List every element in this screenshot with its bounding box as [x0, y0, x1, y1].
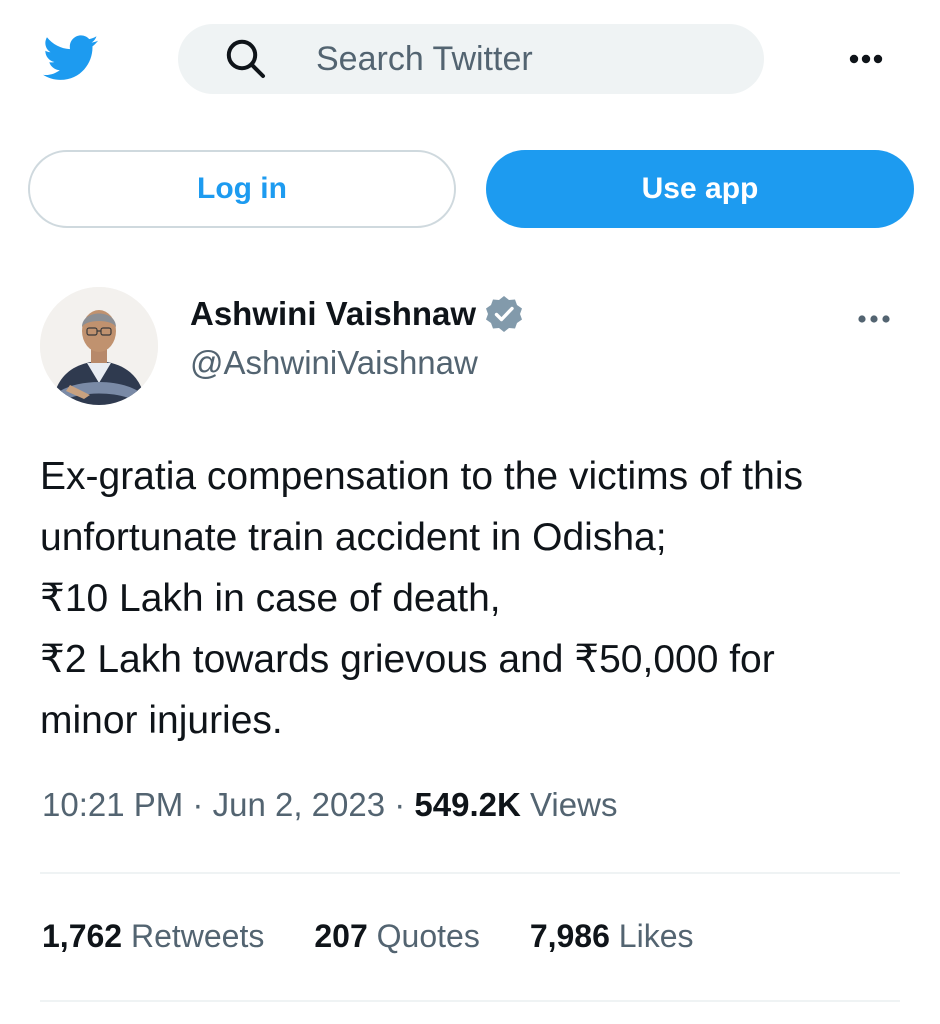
quotes-label: Quotes: [376, 918, 480, 954]
tweet-text-line: Ex-gratia compensation to the victims of…: [40, 455, 803, 498]
likes-label: Likes: [618, 918, 694, 954]
meta-separator: ·: [394, 786, 406, 823]
search-placeholder: Search Twitter: [316, 39, 533, 78]
avatar-photo: [40, 287, 158, 405]
meta-separator: ·: [192, 786, 204, 823]
author-handle[interactable]: @AshwiniVaishnaw: [190, 344, 478, 382]
divider: [40, 872, 900, 874]
tweet-text-line: ₹2 Lakh towards grievous and ₹50,000 for: [40, 638, 775, 681]
tweet-text: Ex-gratia compensation to the victims of…: [40, 446, 910, 751]
tweet-text-line: ₹10 Lakh in case of death,: [40, 577, 501, 620]
use-app-button[interactable]: Use app: [486, 150, 914, 228]
retweets-count: 1,762: [42, 918, 123, 954]
search-bar[interactable]: Search Twitter: [178, 24, 764, 94]
quotes-count: 207: [314, 918, 368, 954]
twitter-logo-icon[interactable]: [40, 30, 102, 86]
author-name-row[interactable]: Ashwini Vaishnaw: [190, 294, 524, 334]
likes-stat[interactable]: 7,986 Likes: [530, 918, 694, 955]
more-options-icon[interactable]: [838, 42, 894, 76]
avatar[interactable]: [40, 287, 158, 405]
verified-badge-icon: [486, 296, 523, 332]
tweet-text-line: unfortunate train accident in Odisha;: [40, 516, 667, 559]
tweet-more-icon[interactable]: [846, 304, 902, 334]
retweets-label: Retweets: [130, 918, 265, 954]
tweet-stats: 1,762 Retweets 207 Quotes 7,986 Likes: [42, 918, 743, 955]
divider: [40, 1000, 900, 1002]
tweet-date[interactable]: Jun 2, 2023: [213, 786, 385, 823]
search-icon: [226, 39, 265, 78]
likes-count: 7,986: [529, 918, 610, 954]
tweet-time[interactable]: 10:21 PM: [42, 786, 183, 823]
views-count: 549.2K: [414, 786, 521, 823]
quotes-stat[interactable]: 207 Quotes: [314, 918, 479, 955]
author-name[interactable]: Ashwini Vaishnaw: [190, 295, 476, 333]
login-button[interactable]: Log in: [28, 150, 456, 228]
views-label: Views: [530, 786, 618, 823]
tweet-text-line: minor injuries.: [40, 699, 283, 742]
retweets-stat[interactable]: 1,762 Retweets: [42, 918, 264, 955]
tweet-meta: 10:21 PM · Jun 2, 2023 · 549.2K Views: [42, 786, 617, 824]
